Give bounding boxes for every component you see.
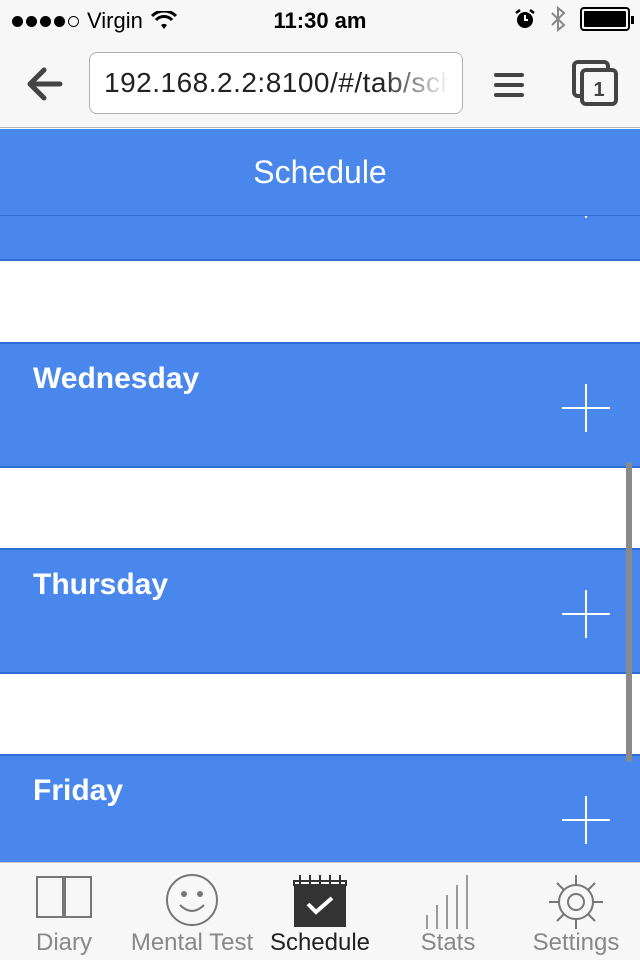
tab-label: Stats (420, 929, 476, 956)
status-right (514, 6, 634, 32)
tab-label: Mental Test (130, 929, 254, 956)
app-header: Schedule (0, 129, 640, 216)
tab-schedule[interactable]: Schedule (256, 863, 384, 961)
page-title: Schedule (253, 154, 387, 190)
day-band-wednesday: Wednesday (0, 342, 640, 468)
day-band-friday: Friday (0, 754, 640, 862)
scrollbar[interactable] (626, 462, 632, 762)
tab-bar: Diary Mental Test Schedule Stats Setting… (0, 862, 640, 960)
address-bar[interactable]: 192.168.2.2:8100/#/tab/schedule (89, 52, 463, 114)
day-band-partial (0, 216, 640, 261)
day-label: Wednesday (33, 362, 200, 395)
schedule-list: Wednesday Thursday Friday (0, 216, 640, 862)
alarm-icon (515, 9, 535, 28)
tab-count: 1 (593, 79, 604, 101)
bars-icon (426, 875, 468, 929)
tabs-icon[interactable]: 1 (570, 58, 620, 108)
battery-icon (580, 7, 634, 31)
tab-settings[interactable]: Settings (512, 863, 640, 961)
add-icon[interactable] (562, 590, 610, 638)
tab-mental-test[interactable]: Mental Test (128, 863, 256, 961)
tab-label: Settings (532, 929, 620, 956)
add-icon[interactable] (562, 384, 610, 432)
tab-label: Schedule (269, 929, 371, 956)
book-icon (36, 876, 92, 918)
add-icon[interactable] (562, 216, 610, 218)
calendar-check-icon (293, 875, 347, 927)
status-bar: Virgin 11:30 am (0, 0, 640, 40)
add-icon[interactable] (562, 796, 610, 844)
tab-diary[interactable]: Diary (0, 863, 128, 961)
day-band-thursday: Thursday (0, 548, 640, 674)
bluetooth-icon (551, 6, 566, 32)
smiley-icon (166, 874, 218, 926)
day-label: Friday (33, 774, 124, 807)
tab-stats[interactable]: Stats (384, 863, 512, 961)
tab-label: Diary (35, 929, 92, 956)
browser-toolbar: 192.168.2.2:8100/#/tab/schedule 1 (0, 40, 640, 128)
gear-icon (549, 875, 603, 929)
day-label: Thursday (33, 568, 169, 601)
menu-icon[interactable] (492, 70, 526, 100)
back-arrow-icon[interactable] (24, 64, 64, 104)
